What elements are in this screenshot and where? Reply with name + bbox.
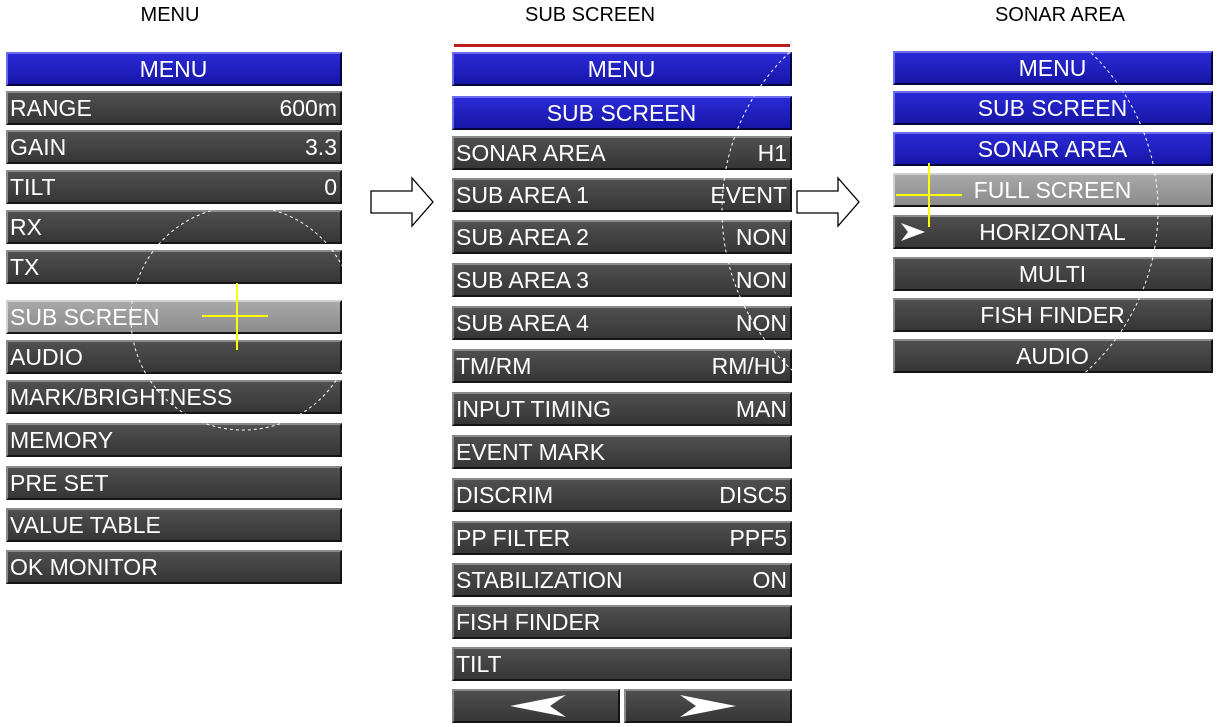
- menu-item-value: 3.3: [305, 134, 337, 160]
- menu-panel: MENU RANGE 600m GAIN 3.3 TILT 0 RX TX SU…: [6, 48, 342, 594]
- sub-item-label: SUB AREA 1: [456, 182, 589, 208]
- option-fish-finder[interactable]: FISH FINDER: [893, 298, 1213, 332]
- menu-item-label: SUB SCREEN: [10, 304, 160, 330]
- breadcrumb-label: SUB SCREEN: [977, 95, 1128, 121]
- sub-item-tm-rm[interactable]: TM/RM RM/HU: [452, 349, 792, 383]
- menu-item-audio[interactable]: AUDIO: [6, 340, 342, 374]
- sub-item-label: PP FILTER: [456, 525, 571, 551]
- sub-item-tilt[interactable]: TILT: [452, 647, 792, 681]
- menu-item-tilt[interactable]: TILT 0: [6, 170, 342, 204]
- menu-item-label: RANGE: [10, 95, 92, 121]
- menu-item-label: GAIN: [10, 134, 67, 160]
- breadcrumb-menu[interactable]: MENU: [452, 52, 792, 86]
- caption-menu: MENU: [140, 4, 200, 26]
- sub-item-value: MAN: [735, 396, 787, 422]
- sub-item-value: PPF5: [729, 525, 787, 551]
- next-page-button[interactable]: [624, 689, 792, 723]
- menu-item-label: PRE SET: [10, 470, 109, 496]
- menu-item-pre-set[interactable]: PRE SET: [6, 466, 342, 500]
- sub-item-sub-area-4[interactable]: SUB AREA 4 NON: [452, 306, 792, 340]
- breadcrumb-label: MENU: [587, 56, 656, 82]
- menu-item-label: MARK/BRIGHTNESS: [10, 384, 233, 410]
- menu-item-label: OK MONITOR: [10, 554, 158, 580]
- menu-item-rx[interactable]: RX: [6, 210, 342, 244]
- arrow-right-icon: [680, 695, 736, 717]
- sub-item-label: STABILIZATION: [456, 567, 623, 593]
- current-selection-marker-icon: [901, 223, 925, 241]
- sub-item-value: NON: [735, 310, 787, 336]
- sub-item-value: RM/HU: [711, 353, 787, 379]
- option-horizontal[interactable]: HORIZONTAL: [893, 215, 1213, 249]
- menu-item-label: VALUE TABLE: [10, 512, 161, 538]
- option-audio[interactable]: AUDIO: [893, 339, 1213, 373]
- sub-item-label: SUB AREA 4: [456, 310, 589, 336]
- menu-item-ok-monitor[interactable]: OK MONITOR: [6, 550, 342, 584]
- sub-item-stabilization[interactable]: STABILIZATION ON: [452, 563, 792, 597]
- sub-item-value: DISC5: [719, 482, 787, 508]
- menu-item-mark-brightness[interactable]: MARK/BRIGHTNESS: [6, 380, 342, 414]
- flow-arrow-right-icon: [370, 176, 434, 228]
- sub-item-label: TILT: [456, 651, 502, 677]
- caption-sonar-area: SONAR AREA: [994, 4, 1126, 26]
- breadcrumb-sonar-area[interactable]: SONAR AREA: [893, 132, 1213, 166]
- menu-item-label: AUDIO: [10, 344, 83, 370]
- sub-screen-panel: MENU SUB SCREEN SONAR AREA H1 SUB AREA 1…: [452, 44, 792, 727]
- sub-item-pp-filter[interactable]: PP FILTER PPF5: [452, 521, 792, 555]
- sub-item-label: INPUT TIMING: [456, 396, 612, 422]
- caption-sub-screen: SUB SCREEN: [524, 4, 656, 26]
- breadcrumb-label: SUB SCREEN: [546, 100, 697, 126]
- sub-item-value: ON: [752, 567, 788, 593]
- option-label: MULTI: [1018, 261, 1087, 287]
- sub-item-discrim[interactable]: DISCRIM DISC5: [452, 478, 792, 512]
- menu-item-gain[interactable]: GAIN 3.3: [6, 130, 342, 164]
- sub-item-label: DISCRIM: [456, 482, 554, 508]
- option-label: FULL SCREEN: [973, 177, 1132, 203]
- flow-arrow-right-icon: [796, 176, 860, 228]
- menu-item-range[interactable]: RANGE 600m: [6, 91, 342, 125]
- sub-item-value: EVENT: [710, 182, 787, 208]
- sub-item-event-mark[interactable]: EVENT MARK: [452, 435, 792, 469]
- sonar-area-panel: MENU SUB SCREEN SONAR AREA FULL SCREEN H…: [893, 49, 1213, 379]
- sub-item-label: TM/RM: [456, 353, 532, 379]
- sub-item-sub-area-3[interactable]: SUB AREA 3 NON: [452, 263, 792, 297]
- sub-item-value: H1: [757, 140, 787, 166]
- sub-item-value: NON: [735, 224, 787, 250]
- menu-item-label: TILT: [10, 174, 56, 200]
- menu-item-label: MEMORY: [10, 427, 114, 453]
- menu-item-label: RX: [10, 214, 42, 240]
- menu-item-sub-screen[interactable]: SUB SCREEN: [6, 300, 342, 334]
- breadcrumb-label: MENU: [1018, 55, 1087, 81]
- menu-item-memory[interactable]: MEMORY: [6, 423, 342, 457]
- sub-item-label: SUB AREA 2: [456, 224, 589, 250]
- menu-title: MENU: [6, 52, 342, 86]
- menu-item-tx[interactable]: TX: [6, 250, 342, 284]
- menu-item-label: TX: [10, 254, 40, 280]
- menu-item-value-table[interactable]: VALUE TABLE: [6, 508, 342, 542]
- sub-item-sonar-area[interactable]: SONAR AREA H1: [452, 136, 792, 170]
- option-full-screen[interactable]: FULL SCREEN: [893, 173, 1213, 207]
- breadcrumb-label: SONAR AREA: [977, 136, 1128, 162]
- top-accent-line: [454, 44, 790, 47]
- breadcrumb-sub-screen[interactable]: SUB SCREEN: [893, 91, 1213, 125]
- sub-item-label: EVENT MARK: [456, 439, 606, 465]
- sub-item-sub-area-1[interactable]: SUB AREA 1 EVENT: [452, 178, 792, 212]
- sub-item-label: SONAR AREA: [456, 140, 606, 166]
- sub-item-value: NON: [735, 267, 787, 293]
- menu-title-label: MENU: [139, 56, 208, 82]
- menu-item-value: 0: [324, 174, 337, 200]
- sub-item-label: SUB AREA 3: [456, 267, 589, 293]
- prev-page-button[interactable]: [452, 689, 620, 723]
- menu-item-value: 600m: [279, 95, 337, 121]
- arrow-left-icon: [510, 695, 566, 717]
- option-label: HORIZONTAL: [979, 219, 1126, 245]
- option-label: AUDIO: [1016, 343, 1089, 369]
- option-multi[interactable]: MULTI: [893, 257, 1213, 291]
- sub-item-sub-area-2[interactable]: SUB AREA 2 NON: [452, 220, 792, 254]
- sub-item-input-timing[interactable]: INPUT TIMING MAN: [452, 392, 792, 426]
- breadcrumb-menu[interactable]: MENU: [893, 51, 1213, 85]
- sub-item-fish-finder[interactable]: FISH FINDER: [452, 605, 792, 639]
- sub-item-label: FISH FINDER: [456, 609, 601, 635]
- breadcrumb-sub-screen[interactable]: SUB SCREEN: [452, 96, 792, 130]
- option-label: FISH FINDER: [980, 302, 1125, 328]
